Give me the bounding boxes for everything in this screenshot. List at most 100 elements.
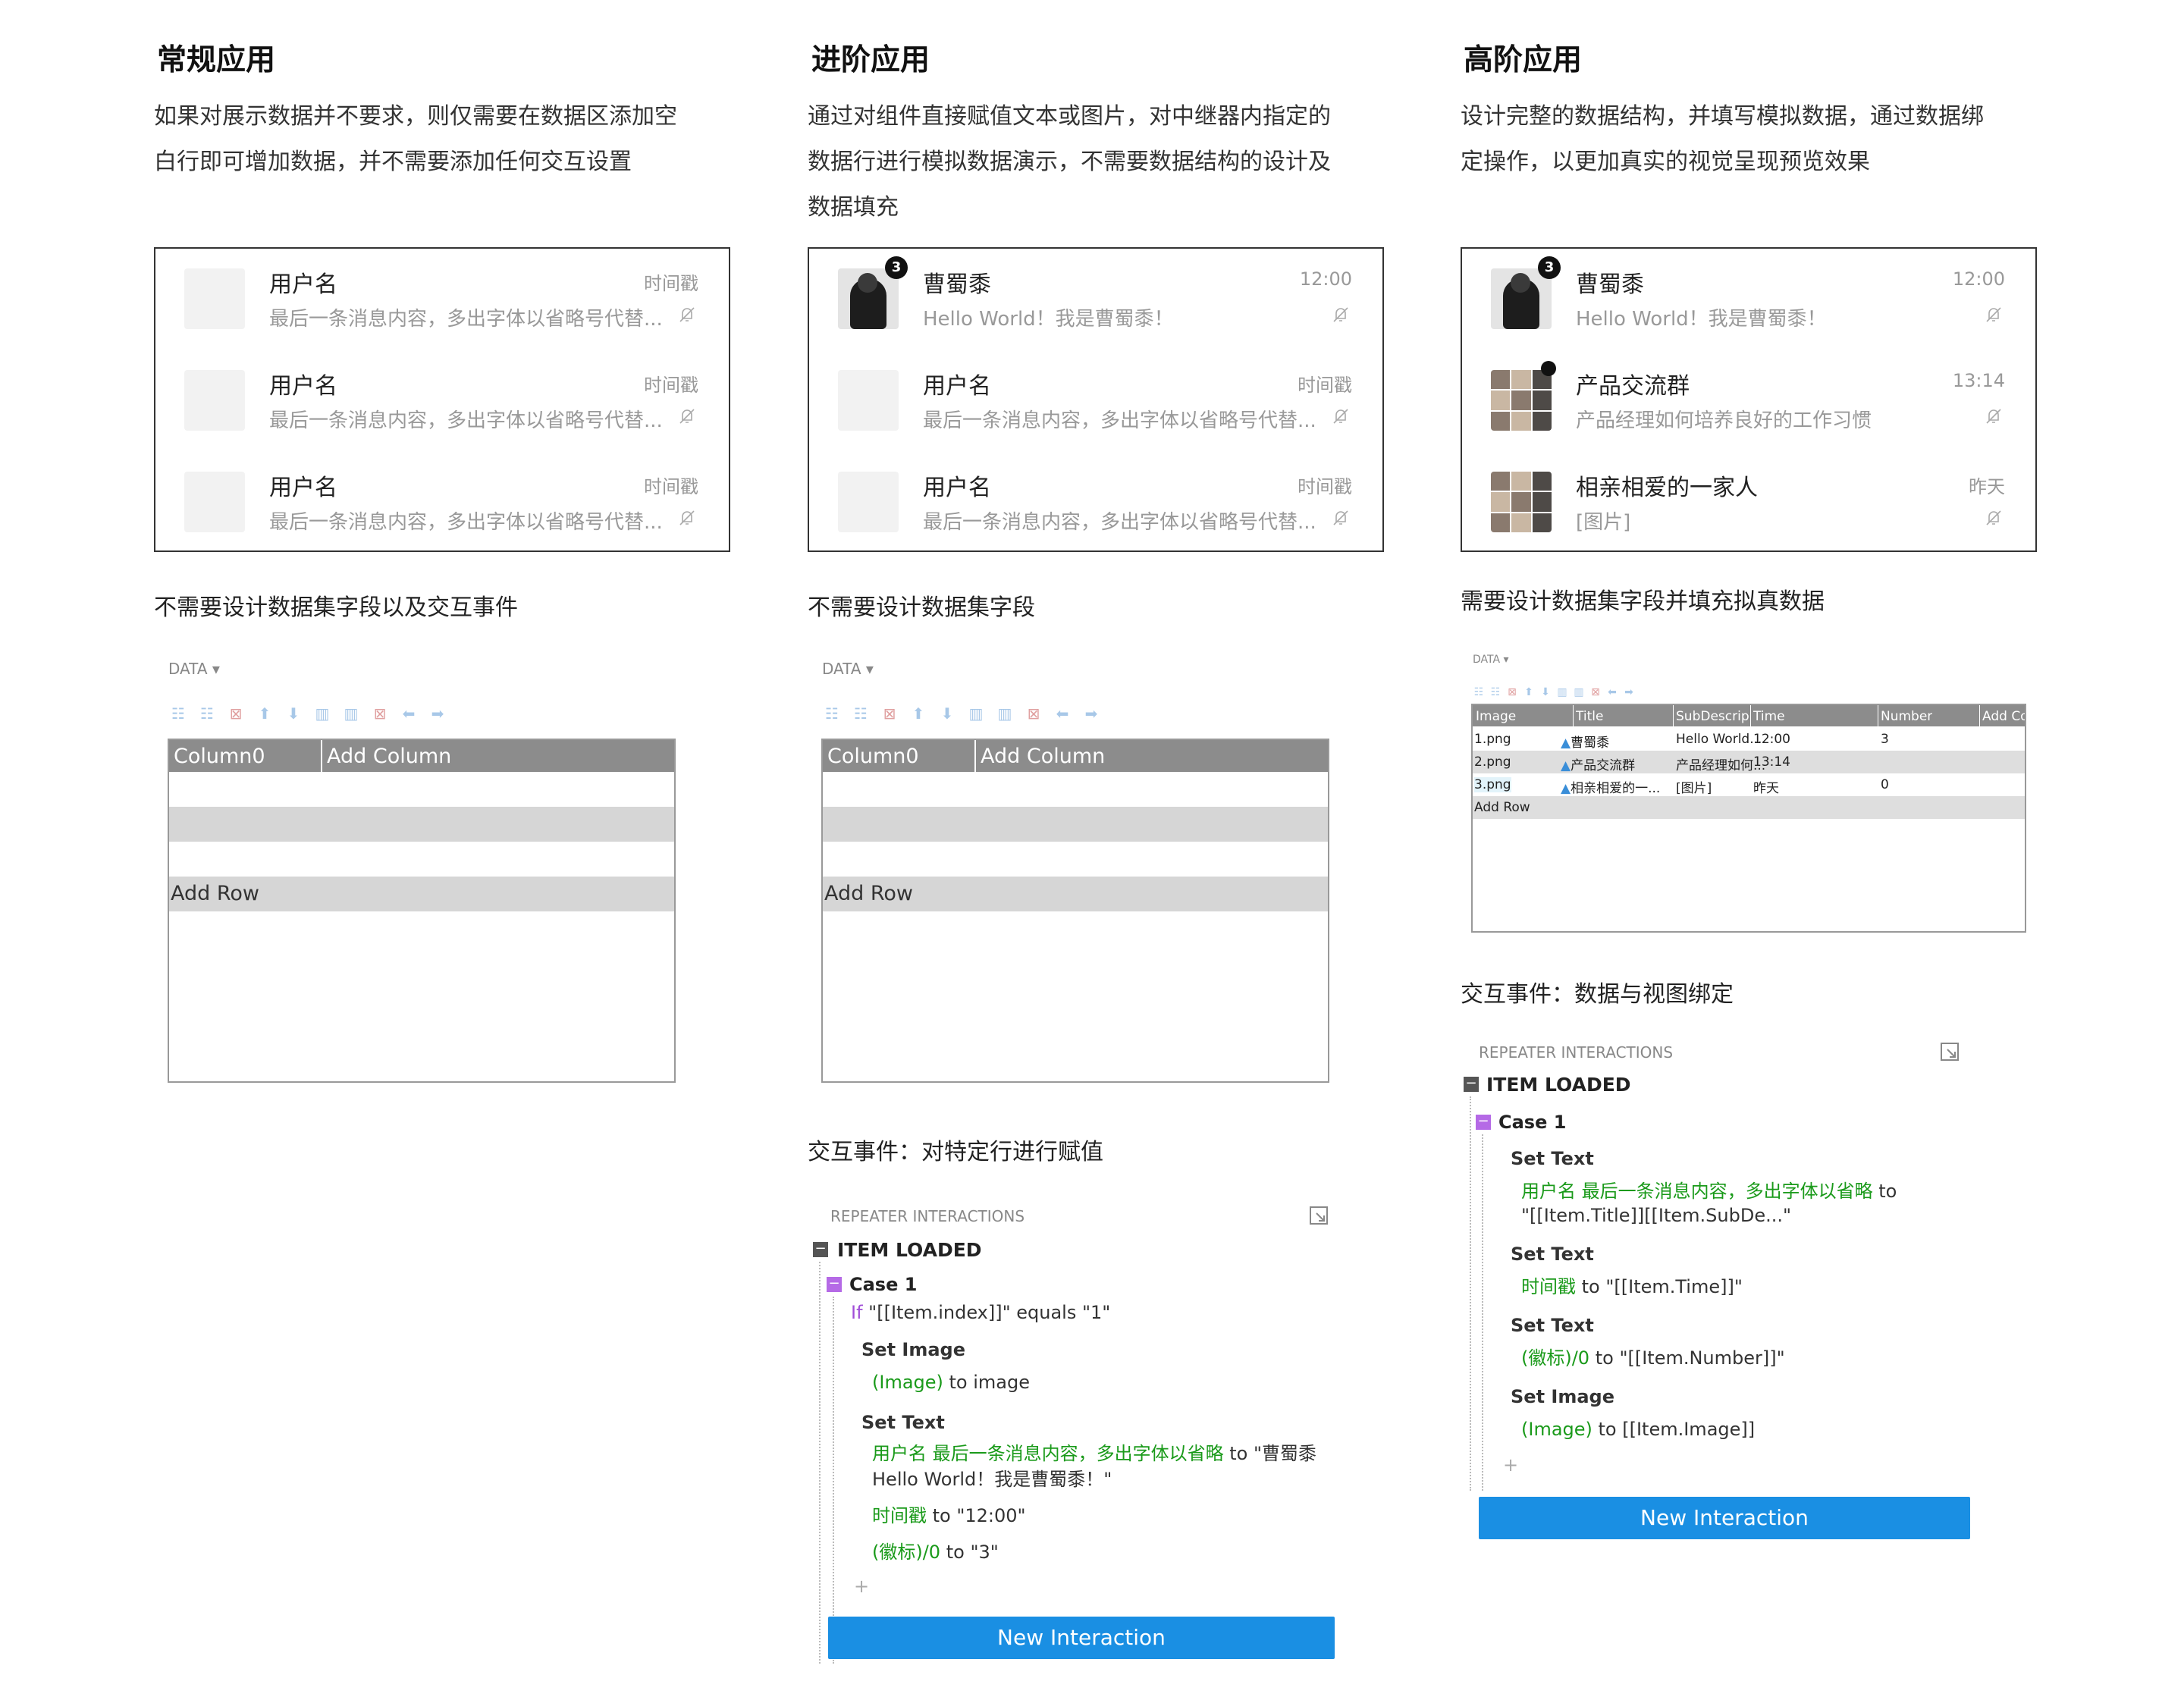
collapse-event-icon[interactable]: −: [813, 1242, 828, 1257]
move-left-icon[interactable]: ⬅: [399, 705, 419, 722]
move-down-icon[interactable]: ⬇: [937, 705, 957, 722]
delete-row-icon[interactable]: ⊠: [880, 705, 899, 722]
add-row-icon[interactable]: ☷: [168, 705, 188, 722]
item-title: 用户名: [923, 373, 991, 400]
caption-basic: 不需要设计数据集字段以及交互事件: [154, 594, 518, 621]
insert-column-icon[interactable]: ▥: [995, 705, 1015, 722]
action-set-text[interactable]: Set Text: [861, 1412, 945, 1433]
column-header[interactable]: Column0: [174, 745, 265, 768]
column-header[interactable]: Number: [1881, 709, 1932, 724]
item-title: 曹蜀黍: [923, 271, 991, 298]
add-row-icon[interactable]: ☷: [1473, 684, 1485, 701]
move-down-icon[interactable]: ⬇: [284, 705, 303, 722]
list-item[interactable]: 用户名 最后一条消息内容，多出字体以省略号代替... 时间戳: [155, 452, 729, 554]
action-detail: 时间戳 to "[[Item.Time]]": [1521, 1276, 1743, 1297]
move-up-icon[interactable]: ⬆: [1523, 684, 1535, 701]
action-set-text[interactable]: Set Text: [1511, 1148, 1594, 1169]
add-column-icon[interactable]: ▥: [966, 705, 986, 722]
list-item[interactable]: 相亲相爱的一家人 [图片] 昨天: [1462, 452, 2035, 554]
list-item[interactable]: 3 曹蜀黍 Hello World！我是曹蜀黍！ 12:00: [809, 249, 1382, 350]
insert-row-icon[interactable]: ☷: [851, 705, 871, 722]
action-set-image[interactable]: Set Image: [861, 1339, 965, 1360]
add-column-icon[interactable]: ▥: [312, 705, 332, 722]
add-action-icon[interactable]: +: [1503, 1454, 1518, 1476]
list-item[interactable]: 用户名 最后一条消息内容，多出字体以省略号代替... 时间戳: [155, 249, 729, 350]
insert-column-icon[interactable]: ▥: [1573, 684, 1585, 701]
delete-column-icon[interactable]: ⊠: [370, 705, 390, 722]
avatar: [184, 472, 245, 532]
action-set-text[interactable]: Set Text: [1511, 1315, 1594, 1336]
table-row[interactable]: [169, 807, 674, 842]
item-title: 用户名: [269, 373, 337, 400]
collapse-event-icon[interactable]: −: [1464, 1077, 1479, 1092]
add-row[interactable]: Add Row: [169, 877, 674, 911]
table-row[interactable]: [823, 772, 1328, 807]
table-row[interactable]: 2.png ▲产品交流群 产品经理如何... 13:14: [1473, 751, 2025, 773]
move-right-icon[interactable]: ➡: [428, 705, 447, 722]
column-header[interactable]: Column0: [827, 745, 919, 768]
collapse-case-icon[interactable]: −: [827, 1277, 842, 1292]
action-set-text[interactable]: Set Text: [1511, 1244, 1594, 1265]
move-left-icon[interactable]: ⬅: [1606, 684, 1618, 701]
add-column-header[interactable]: Add Column: [327, 745, 451, 768]
column-header[interactable]: SubDescripti...: [1676, 709, 1749, 724]
case-label[interactable]: Case 1: [849, 1274, 917, 1295]
event-item-loaded[interactable]: ITEM LOADED: [837, 1239, 982, 1261]
move-right-icon[interactable]: ➡: [1623, 684, 1635, 701]
data-dropdown[interactable]: DATA ▾: [822, 660, 874, 678]
item-title: 相亲相爱的一家人: [1576, 475, 1758, 501]
table-row[interactable]: [823, 807, 1328, 842]
case-label[interactable]: Case 1: [1498, 1112, 1566, 1133]
move-up-icon[interactable]: ⬆: [908, 705, 928, 722]
column-header[interactable]: Title: [1576, 709, 1603, 724]
mute-bell-icon: [679, 510, 695, 525]
list-item[interactable]: 用户名 最后一条消息内容，多出字体以省略号代替... 时间戳: [155, 350, 729, 452]
mute-bell-icon: [1333, 510, 1348, 525]
insert-row-icon[interactable]: ☷: [197, 705, 217, 722]
move-down-icon[interactable]: ⬇: [1539, 684, 1552, 701]
action-set-image[interactable]: Set Image: [1511, 1386, 1614, 1407]
list-item[interactable]: 用户名 最后一条消息内容，多出字体以省略号代替... 时间戳: [809, 350, 1382, 452]
event-item-loaded[interactable]: ITEM LOADED: [1486, 1074, 1631, 1096]
add-action-icon[interactable]: +: [854, 1576, 869, 1597]
add-row[interactable]: Add Row: [1473, 796, 2025, 819]
delete-row-icon[interactable]: ⊠: [1506, 684, 1518, 701]
table-row[interactable]: 1.png ▲曹蜀黍 Hello World... 12:00 3: [1473, 728, 2025, 751]
move-right-icon[interactable]: ➡: [1081, 705, 1101, 722]
list-item[interactable]: 3 曹蜀黍 Hello World！我是曹蜀黍！ 12:00: [1462, 249, 2035, 350]
table-row[interactable]: [823, 842, 1328, 877]
grid-header: Column0 Add Column: [823, 740, 1328, 772]
move-left-icon[interactable]: ⬅: [1053, 705, 1072, 722]
add-column-icon[interactable]: ▥: [1556, 684, 1568, 701]
action-detail: (Image) to [[Item.Image]]: [1521, 1419, 1756, 1440]
new-interaction-button[interactable]: New Interaction: [828, 1617, 1335, 1659]
expand-icon[interactable]: [1940, 1042, 1960, 1062]
expand-icon[interactable]: [1309, 1206, 1329, 1225]
add-column-header[interactable]: Add Co: [1982, 709, 2025, 724]
chat-list-intermediate: 3 曹蜀黍 Hello World！我是曹蜀黍！ 12:00 用户名 最后一条消…: [808, 247, 1384, 552]
data-dropdown[interactable]: DATA ▾: [1473, 654, 1509, 666]
insert-column-icon[interactable]: ▥: [341, 705, 361, 722]
insert-row-icon[interactable]: ☷: [1489, 684, 1502, 701]
add-row-icon[interactable]: ☷: [822, 705, 842, 722]
add-row[interactable]: Add Row: [823, 877, 1328, 911]
table-row[interactable]: 3.png ▲相亲相爱的一... [图片] 昨天 0: [1473, 773, 2025, 796]
table-row[interactable]: [169, 772, 674, 807]
delete-column-icon[interactable]: ⊠: [1024, 705, 1043, 722]
list-item[interactable]: 用户名 最后一条消息内容，多出字体以省略号代替... 时间戳: [809, 452, 1382, 554]
move-up-icon[interactable]: ⬆: [255, 705, 275, 722]
mute-bell-icon: [679, 307, 695, 322]
new-interaction-button[interactable]: New Interaction: [1479, 1497, 1970, 1539]
delete-column-icon[interactable]: ⊠: [1589, 684, 1602, 701]
column-header[interactable]: Image: [1476, 709, 1516, 724]
column-header[interactable]: Time: [1753, 709, 1785, 724]
item-subtitle: Hello World！我是曹蜀黍！: [1576, 308, 1827, 331]
collapse-case-icon[interactable]: −: [1476, 1115, 1491, 1130]
add-column-header[interactable]: Add Column: [981, 745, 1105, 768]
data-dropdown[interactable]: DATA ▾: [168, 660, 220, 678]
item-time: 12:00: [1299, 268, 1352, 290]
delete-row-icon[interactable]: ⊠: [226, 705, 246, 722]
group-avatar: [1491, 370, 1552, 431]
table-row[interactable]: [169, 842, 674, 877]
list-item[interactable]: 产品交流群 产品经理如何培养良好的工作习惯 13:14: [1462, 350, 2035, 452]
